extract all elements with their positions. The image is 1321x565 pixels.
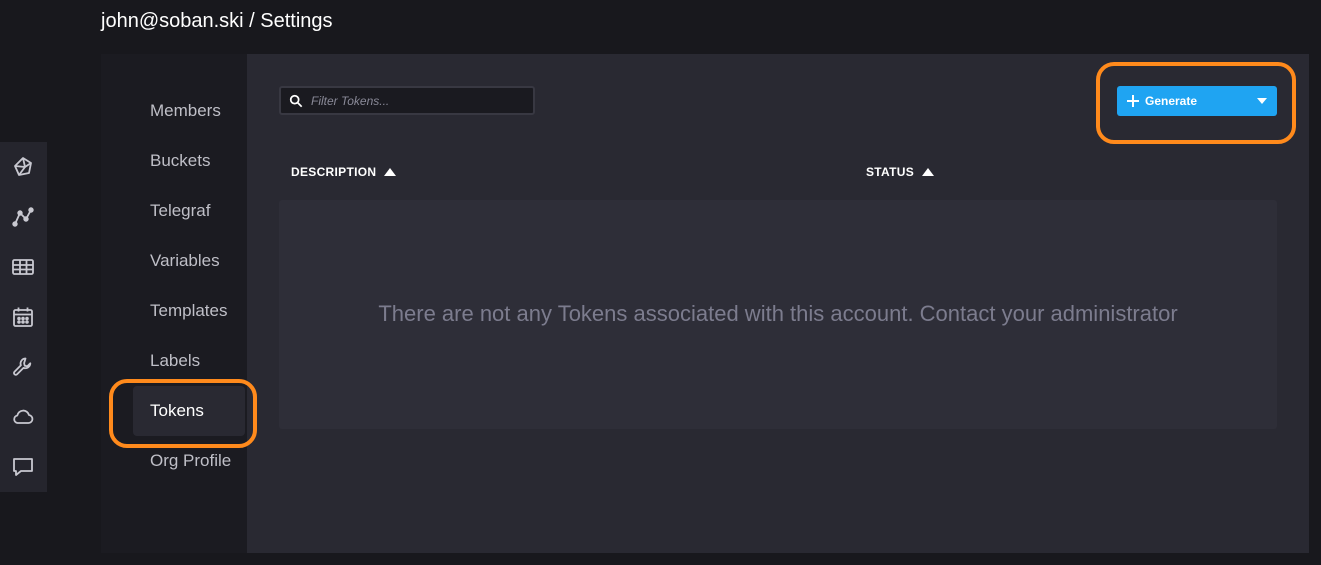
search-icon — [289, 94, 303, 107]
column-header-label: STATUS — [866, 165, 915, 179]
nav-item-members[interactable]: Members — [133, 86, 245, 136]
data-explorer-icon[interactable] — [8, 152, 38, 182]
column-header-label: DESCRIPTION — [291, 165, 377, 179]
graph-icon[interactable] — [8, 202, 38, 232]
generate-highlight-annotation — [1096, 62, 1296, 144]
column-header-description[interactable]: DESCRIPTION — [291, 165, 397, 179]
filter-tokens-field[interactable] — [279, 86, 535, 115]
empty-state-message: There are not any Tokens associated with… — [378, 300, 1178, 326]
page-title: john@soban.ski / Settings — [101, 10, 333, 32]
cloud-icon[interactable] — [8, 402, 38, 432]
nav-item-label: Labels — [150, 351, 201, 370]
nav-item-label: Telegraf — [150, 201, 211, 220]
nav-item-label: Templates — [150, 301, 228, 320]
empty-state: There are not any Tokens associated with… — [279, 200, 1277, 429]
nav-item-variables[interactable]: Variables — [133, 236, 245, 286]
nav-item-label: Buckets — [150, 151, 211, 170]
feedback-icon[interactable] — [8, 452, 38, 482]
tokens-highlight-annotation — [109, 379, 257, 448]
filter-tokens-input[interactable] — [309, 92, 529, 109]
nav-item-templates[interactable]: Templates — [133, 286, 245, 336]
nav-item-label: Variables — [150, 251, 220, 270]
dashboards-icon[interactable] — [8, 252, 38, 282]
column-header-status[interactable]: STATUS — [866, 165, 935, 179]
nav-item-label: Org Profile — [150, 451, 232, 470]
nav-item-label: Members — [150, 101, 221, 120]
tasks-calendar-icon[interactable] — [8, 302, 38, 332]
settings-nav: Members Buckets Telegraf Variables Templ… — [101, 54, 247, 553]
nav-item-buckets[interactable]: Buckets — [133, 136, 245, 186]
sort-ascending-icon — [384, 168, 397, 176]
sort-ascending-icon — [922, 168, 935, 176]
icon-rail — [0, 142, 47, 492]
nav-item-telegraf[interactable]: Telegraf — [133, 186, 245, 236]
wrench-icon[interactable] — [8, 352, 38, 382]
